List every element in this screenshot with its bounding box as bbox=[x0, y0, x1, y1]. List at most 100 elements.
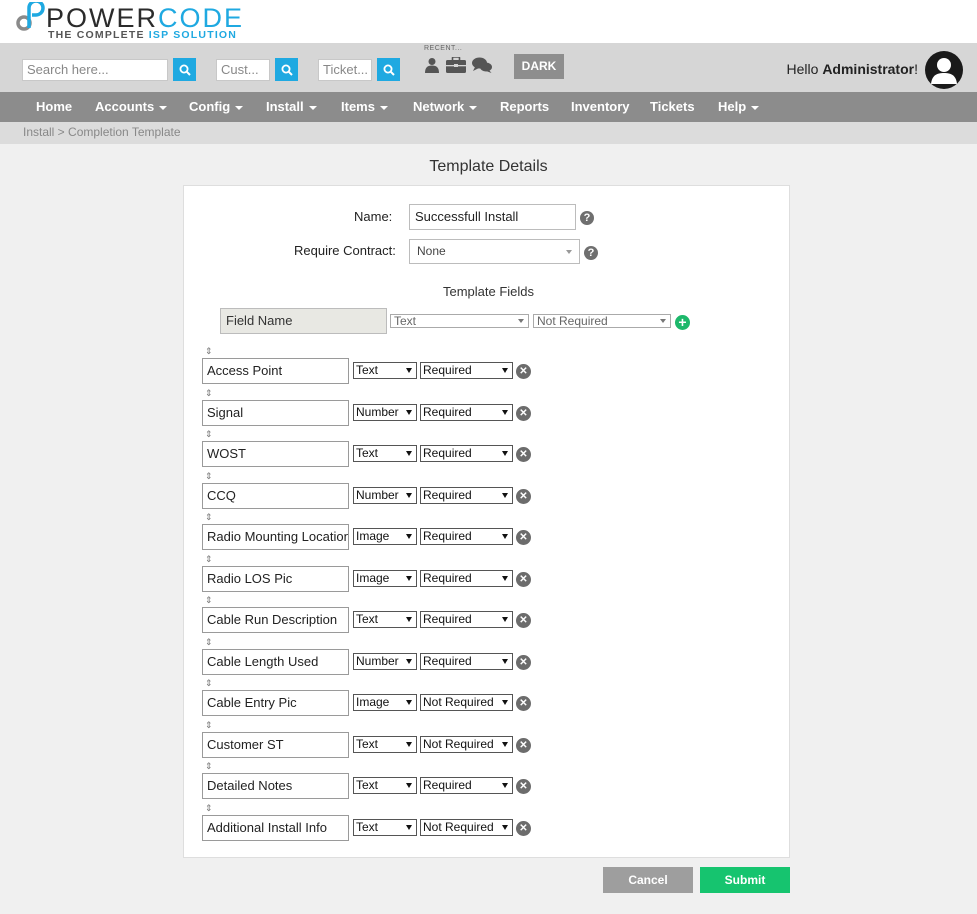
remove-field-icon[interactable]: ✕ bbox=[516, 613, 531, 628]
remove-field-icon[interactable]: ✕ bbox=[516, 654, 531, 670]
field-requirement-select[interactable]: Not Required bbox=[420, 735, 513, 753]
global-search-input[interactable]: Search here... bbox=[22, 59, 168, 81]
field-name-input[interactable]: Radio LOS Pic bbox=[202, 565, 349, 592]
global-search-button[interactable] bbox=[173, 58, 196, 81]
search-icon bbox=[383, 64, 395, 76]
drag-handle-icon[interactable]: ⇕ bbox=[205, 471, 213, 481]
template-name-input[interactable]: Successfull Install bbox=[409, 204, 576, 230]
field-type-select[interactable]: Number bbox=[353, 486, 417, 504]
remove-field-icon[interactable]: ✕ bbox=[516, 530, 531, 545]
cancel-button[interactable]: Cancel bbox=[603, 867, 693, 893]
field-requirement-select[interactable]: Required bbox=[420, 611, 513, 628]
field-name-input[interactable]: Detailed Notes bbox=[202, 773, 349, 799]
field-type-select[interactable]: Text bbox=[353, 611, 417, 628]
field-requirement-select[interactable]: Not Required bbox=[420, 818, 513, 836]
breadcrumb[interactable]: Install > Completion Template bbox=[23, 125, 181, 139]
drag-handle-icon[interactable]: ⇕ bbox=[205, 347, 213, 356]
remove-field-icon[interactable]: ✕ bbox=[516, 779, 531, 794]
nav-config[interactable]: Config bbox=[189, 92, 244, 122]
drag-handle-icon[interactable]: ⇕ bbox=[205, 637, 213, 647]
field-name-input[interactable]: Cable Run Description bbox=[202, 607, 349, 633]
nav-install[interactable]: Install bbox=[266, 92, 317, 122]
customer-search-button[interactable] bbox=[275, 58, 298, 81]
customer-search-input[interactable]: Cust... bbox=[216, 59, 270, 81]
avatar[interactable] bbox=[925, 51, 963, 89]
logo-tagline-isp: ISP SOLUTION bbox=[148, 29, 238, 41]
field-name-input[interactable]: Radio Mounting Location bbox=[202, 524, 349, 550]
field-type-select[interactable]: Number bbox=[353, 403, 417, 421]
field-name-input[interactable]: Signal bbox=[202, 399, 349, 426]
recent-tickets-icon[interactable] bbox=[472, 57, 492, 73]
ticket-search-button[interactable] bbox=[377, 58, 400, 81]
field-requirement-select[interactable]: Not Required bbox=[420, 694, 513, 711]
field-type-select[interactable]: Number bbox=[353, 652, 417, 670]
field-type-select[interactable]: Text bbox=[353, 735, 417, 753]
field-name-input[interactable]: Additional Install Info bbox=[202, 814, 349, 841]
add-field-button[interactable]: + bbox=[675, 315, 690, 330]
new-field-type-select[interactable]: Text bbox=[390, 314, 529, 328]
field-type-select[interactable]: Text bbox=[353, 777, 417, 794]
remove-field-icon[interactable]: ✕ bbox=[516, 737, 531, 753]
remove-field-icon[interactable]: ✕ bbox=[516, 405, 531, 421]
recent-equipment-icon[interactable] bbox=[446, 57, 466, 73]
remove-field-icon[interactable]: ✕ bbox=[516, 447, 531, 462]
field-requirement-select[interactable]: Required bbox=[420, 486, 513, 504]
ticket-search-input[interactable]: Ticket... bbox=[318, 59, 372, 81]
field-requirement-select[interactable]: Required bbox=[420, 403, 513, 421]
chevron-down-icon bbox=[406, 700, 412, 705]
field-type-select[interactable]: Text bbox=[353, 362, 417, 379]
nav-accounts[interactable]: Accounts bbox=[95, 92, 168, 122]
field-name-input[interactable]: Customer ST bbox=[202, 731, 349, 758]
nav-help[interactable]: Help bbox=[718, 92, 760, 122]
nav-items[interactable]: Items bbox=[341, 92, 388, 122]
field-requirement-select[interactable]: Required bbox=[420, 445, 513, 462]
require-contract-select[interactable]: None bbox=[409, 239, 580, 264]
chevron-down-icon bbox=[502, 658, 508, 664]
drag-handle-icon[interactable]: ⇕ bbox=[205, 513, 213, 522]
drag-handle-icon[interactable]: ⇕ bbox=[205, 388, 213, 398]
field-type-select[interactable]: Text bbox=[353, 445, 417, 462]
field-type-select[interactable]: Image bbox=[353, 569, 417, 587]
remove-field-icon[interactable]: ✕ bbox=[516, 820, 531, 836]
nav-inventory[interactable]: Inventory bbox=[571, 92, 630, 122]
field-name-input[interactable]: CCQ bbox=[202, 482, 349, 509]
chevron-down-icon bbox=[406, 368, 412, 373]
dark-mode-button[interactable]: DARK bbox=[514, 54, 564, 79]
field-name-input[interactable]: WOST bbox=[202, 441, 349, 467]
nav-network[interactable]: Network bbox=[413, 92, 478, 122]
submit-button[interactable]: Submit bbox=[700, 867, 790, 893]
field-name-input[interactable]: Cable Length Used bbox=[202, 648, 349, 675]
nav-reports[interactable]: Reports bbox=[500, 92, 549, 122]
drag-handle-icon[interactable]: ⇕ bbox=[205, 720, 213, 730]
field-requirement-select[interactable]: Required bbox=[420, 362, 513, 379]
drag-handle-icon[interactable]: ⇕ bbox=[205, 762, 213, 771]
remove-field-icon[interactable]: ✕ bbox=[516, 488, 531, 504]
field-type-select[interactable]: Image bbox=[353, 694, 417, 711]
remove-field-icon[interactable]: ✕ bbox=[516, 696, 531, 711]
drag-handle-icon[interactable]: ⇕ bbox=[205, 679, 213, 688]
drag-handle-icon[interactable]: ⇕ bbox=[205, 554, 213, 564]
drag-handle-icon[interactable]: ⇕ bbox=[205, 803, 213, 813]
chevron-down-icon bbox=[751, 105, 760, 110]
new-field-name-input[interactable]: Field Name bbox=[220, 308, 387, 334]
nav-home[interactable]: Home bbox=[36, 92, 72, 122]
chevron-down-icon bbox=[660, 319, 666, 323]
nav-tickets[interactable]: Tickets bbox=[650, 92, 695, 122]
remove-field-icon[interactable]: ✕ bbox=[516, 364, 531, 379]
contract-help-icon[interactable]: ? bbox=[584, 246, 598, 260]
name-help-icon[interactable]: ? bbox=[580, 211, 594, 225]
field-type-select[interactable]: Image bbox=[353, 528, 417, 545]
field-requirement-select[interactable]: Required bbox=[420, 777, 513, 794]
recent-customers-icon[interactable] bbox=[425, 57, 439, 73]
chevron-down-icon bbox=[469, 105, 478, 110]
field-name-input[interactable]: Cable Entry Pic bbox=[202, 690, 349, 716]
field-type-select[interactable]: Text bbox=[353, 818, 417, 836]
new-field-requirement-select[interactable]: Not Required bbox=[533, 314, 671, 328]
drag-handle-icon[interactable]: ⇕ bbox=[205, 596, 213, 605]
field-name-input[interactable]: Access Point bbox=[202, 358, 349, 384]
field-requirement-select[interactable]: Required bbox=[420, 528, 513, 545]
drag-handle-icon[interactable]: ⇕ bbox=[205, 430, 213, 439]
remove-field-icon[interactable]: ✕ bbox=[516, 571, 531, 587]
field-requirement-select[interactable]: Required bbox=[420, 569, 513, 587]
field-requirement-select[interactable]: Required bbox=[420, 652, 513, 670]
